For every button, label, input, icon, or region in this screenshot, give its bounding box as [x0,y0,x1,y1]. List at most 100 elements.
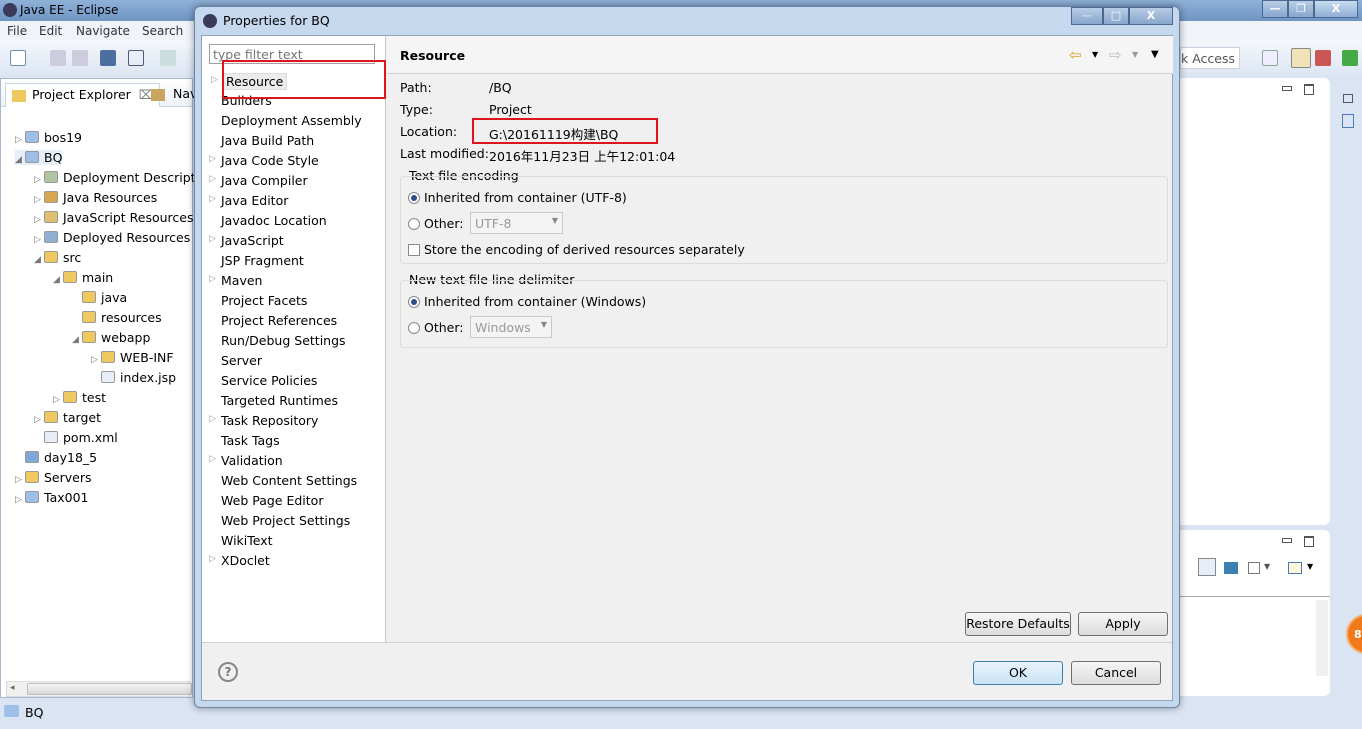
expand-arrow-icon[interactable]: ▷ [209,194,216,204]
new-icon[interactable] [10,50,26,66]
open-perspective-icon[interactable] [1262,50,1278,66]
dialog-minimize-button[interactable]: — [1071,7,1103,25]
console-icon[interactable] [100,50,116,66]
tree-item[interactable]: ▷ bos19 [15,130,82,145]
skip-breakpoints-icon[interactable] [128,50,144,66]
restore-button[interactable]: ❐ [1288,0,1314,18]
preference-item[interactable]: Web Content Settings [221,473,357,488]
tree-item[interactable]: ▷ JavaScript Resources [34,210,193,225]
tree-item[interactable]: ◢ main [53,270,113,285]
expand-arrow-icon[interactable]: ▷ [209,154,216,164]
preference-item[interactable]: ▷ Maven [209,273,262,288]
preference-item[interactable]: Deployment Assembly [221,113,362,128]
save-icon[interactable] [50,50,66,66]
preference-item[interactable]: Web Project Settings [221,513,350,528]
derived-encoding-checkbox[interactable]: Store the encoding of derived resources … [408,242,745,257]
delimiter-other-radio[interactable]: Other: [408,320,463,335]
cancel-button[interactable]: Cancel [1071,661,1161,685]
preference-item[interactable]: Run/Debug Settings [221,333,346,348]
display-icon[interactable] [1198,558,1216,576]
debug-perspective-icon[interactable] [1342,50,1358,66]
minimize-button[interactable]: — [1262,0,1288,18]
help-icon[interactable]: ? [218,662,238,682]
save-all-icon[interactable] [72,50,88,66]
preference-item[interactable]: Web Page Editor [221,493,323,508]
expand-arrow-icon[interactable]: ▷ [209,174,216,184]
preference-item[interactable]: Server [221,353,262,368]
preference-item[interactable]: ▷ Java Compiler [209,173,308,188]
tree-item[interactable]: day18_5 [15,450,97,465]
team-perspective-icon[interactable] [1315,50,1331,66]
preference-item[interactable]: Java Build Path [221,133,314,148]
expand-arrow-icon[interactable]: ▷ [34,195,44,205]
restore-defaults-button[interactable]: Restore Defaults [965,612,1071,636]
preference-item[interactable]: ▷ JavaScript [209,233,284,248]
delimiter-combo[interactable]: Windows ▼ [470,316,552,338]
preference-item[interactable]: ▷ Java Editor [209,193,288,208]
expand-arrow-icon[interactable]: ▷ [34,415,44,425]
preference-item[interactable]: ▷ Task Repository [209,413,318,428]
encoding-inherited-radio[interactable]: Inherited from container (UTF-8) [408,190,627,205]
maximize-view-icon[interactable] [1304,536,1314,547]
tree-item[interactable]: ▷ Java Resources [34,190,157,205]
menu-navigate[interactable]: Navigate [76,24,130,38]
delimiter-inherited-radio[interactable]: Inherited from container (Windows) [408,294,646,309]
notification-badge[interactable]: 82 [1346,614,1362,654]
encoding-other-radio[interactable]: Other: [408,216,463,231]
minimize-view-icon[interactable] [1282,86,1292,91]
horizontal-scrollbar[interactable]: ◂ [6,681,192,697]
expand-arrow-icon[interactable]: ▷ [34,235,44,245]
view-menu-icon[interactable]: ▼ [1151,49,1159,60]
publish-icon[interactable] [1224,562,1238,574]
tree-item[interactable]: ▷ Servers [15,470,92,485]
expand-arrow-icon[interactable]: ▷ [209,554,216,564]
preference-item[interactable]: WikiText [221,533,273,548]
expand-arrow-icon[interactable]: ◢ [72,335,82,345]
tree-item[interactable]: ▷ Tax001 [15,490,88,505]
dialog-maximize-button[interactable]: □ [1103,7,1129,25]
menu-edit[interactable]: Edit [39,24,62,38]
expand-arrow-icon[interactable]: ▷ [34,215,44,225]
preference-item[interactable]: ▷ Java Code Style [209,153,319,168]
expand-arrow-icon[interactable]: ◢ [15,155,25,165]
tree-item[interactable]: ▷ WEB-INF [91,350,174,365]
preference-item[interactable]: Project Facets [221,293,307,308]
view-menu-icon[interactable]: ▼ [1307,562,1313,571]
tab-project-explorer[interactable]: Project Explorer ⌧ [5,83,161,107]
scrollbar-thumb[interactable] [27,683,192,695]
monitor-icon[interactable] [1248,562,1260,574]
expand-arrow-icon[interactable]: ▷ [91,355,101,365]
expand-arrow-icon[interactable]: ◢ [34,255,44,265]
tree-item[interactable]: ◢ src [34,250,81,265]
expand-arrow-icon[interactable]: ▷ [209,414,216,424]
menu-file[interactable]: File [7,24,27,38]
vertical-scrollbar[interactable] [1316,600,1328,676]
dialog-close-button[interactable]: X [1129,7,1173,25]
maximize-view-icon[interactable] [1304,84,1314,95]
ok-button[interactable]: OK [973,661,1063,685]
expand-arrow-icon[interactable]: ▷ [15,495,25,505]
tree-item[interactable]: index.jsp [91,370,176,385]
expand-arrow-icon[interactable]: ▷ [34,175,44,185]
menu-search[interactable]: Search [142,24,183,38]
preference-item[interactable]: Task Tags [221,433,280,448]
tree-item[interactable]: ◢ webapp [72,330,150,345]
preference-item[interactable]: ▷ XDoclet [209,553,270,568]
tree-item[interactable]: pom.xml [34,430,118,445]
expand-arrow-icon[interactable]: ▷ [209,454,216,464]
apply-button[interactable]: Apply [1078,612,1168,636]
preference-item[interactable]: Javadoc Location [221,213,327,228]
forward-menu-icon[interactable]: ▼ [1132,50,1138,59]
expand-arrow-icon[interactable]: ▷ [15,475,25,485]
tree-item[interactable]: ◢ BQ [15,150,63,165]
tree-item[interactable]: java [72,290,127,305]
outline-icon[interactable] [1342,114,1354,128]
expand-arrow-icon[interactable]: ▷ [209,274,216,284]
preference-item[interactable]: Project References [221,313,337,328]
tree-item[interactable]: ▷ Deployment Descripto [34,170,203,185]
tree-item[interactable]: ▷ Deployed Resources [34,230,190,245]
resume-icon[interactable] [160,50,176,66]
preference-item[interactable]: ▷ Validation [209,453,283,468]
tree-item[interactable]: resources [72,310,162,325]
quick-access-input[interactable]: k Access [1180,47,1240,69]
